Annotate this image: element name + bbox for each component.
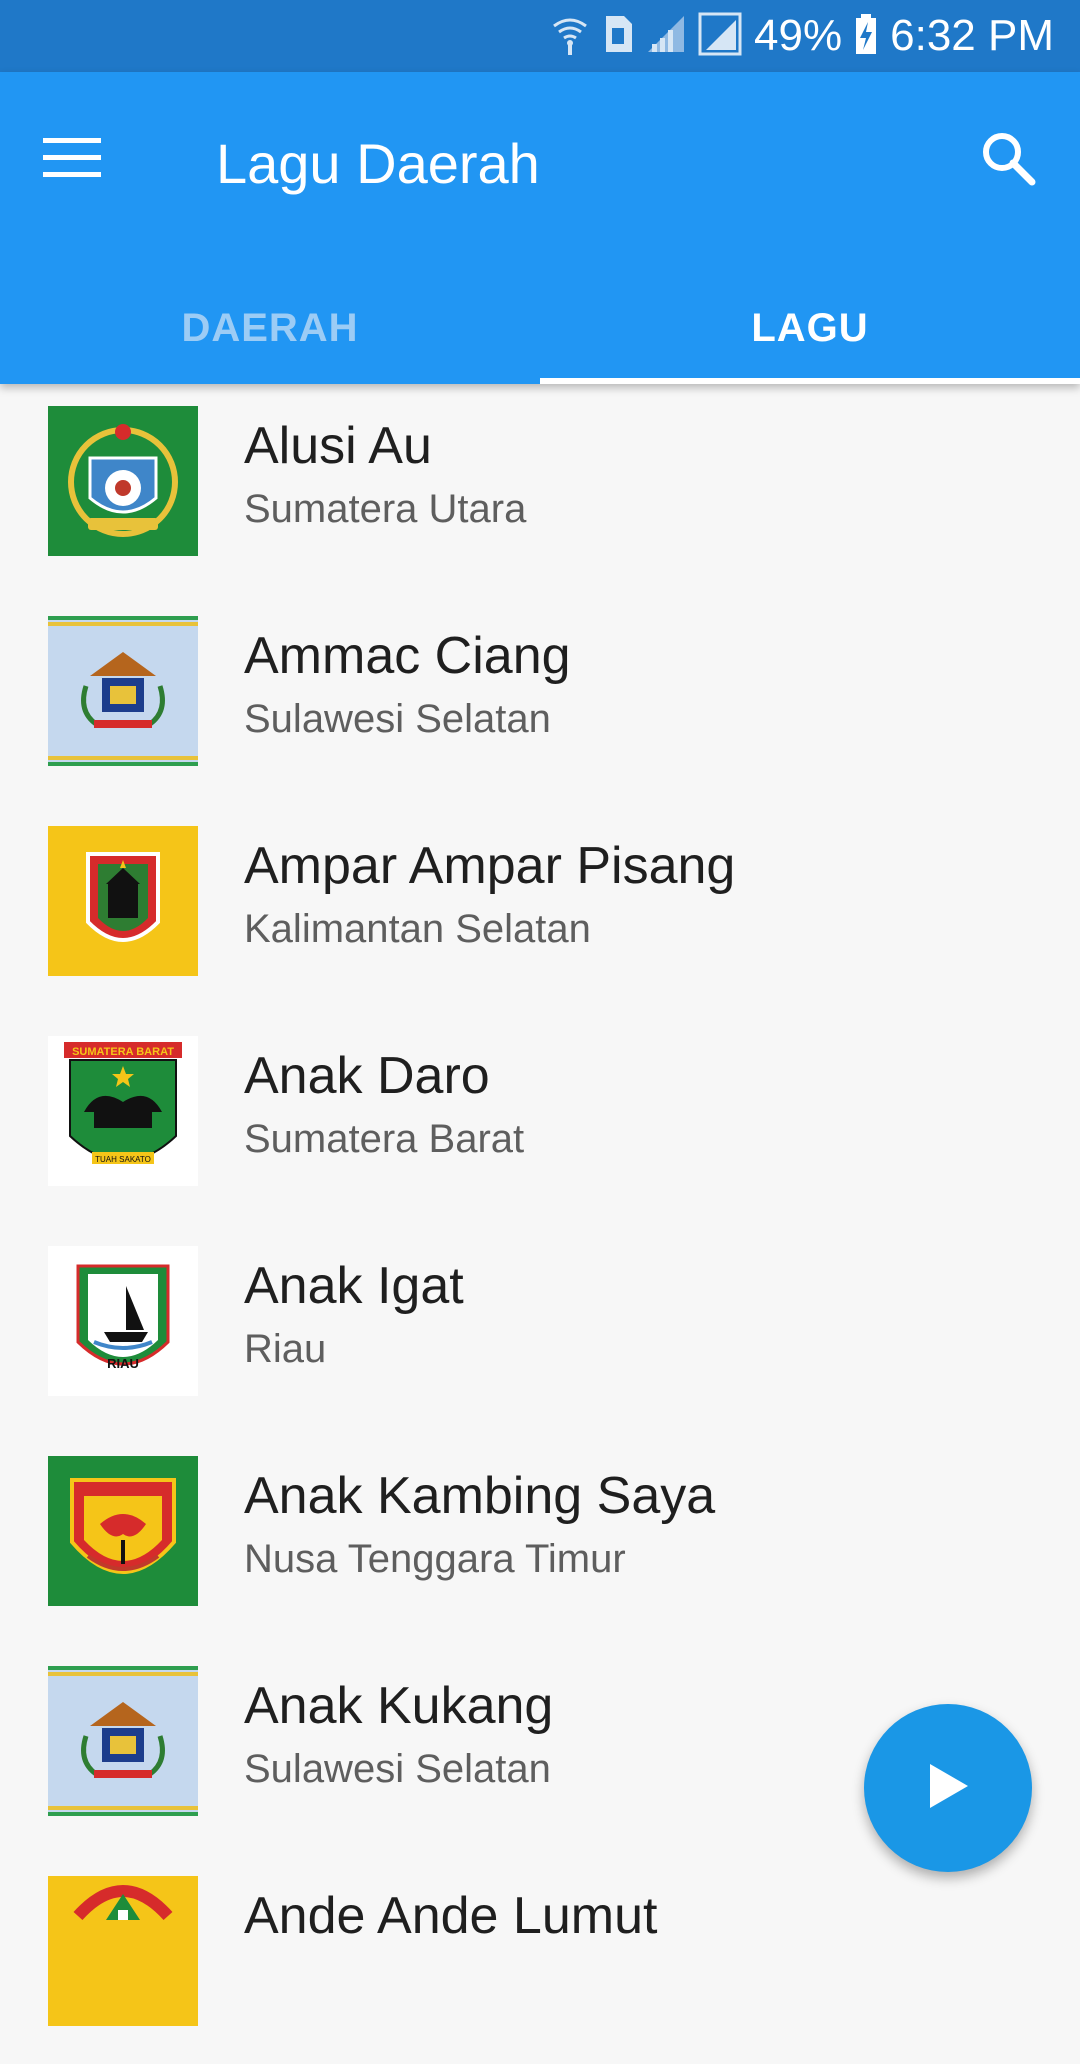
jawa-timur-emblem-icon (48, 1876, 198, 2026)
play-icon (924, 1760, 972, 1817)
song-region: Kalimantan Selatan (244, 907, 591, 951)
page-title: Lagu Daerah (216, 132, 540, 195)
battery-charging-icon (854, 12, 878, 61)
svg-text:RIAU: RIAU (107, 1356, 139, 1371)
song-title: Anak Kambing Saya (244, 1467, 716, 1525)
song-region: Sumatera Utara (244, 487, 527, 531)
song-title: Anak Daro (244, 1047, 490, 1105)
signal-box-icon (698, 12, 742, 61)
nusa-tenggara-timur-emblem-icon (48, 1456, 198, 1606)
song-item-anak-daro[interactable]: SUMATERA BARAT TUAH SAKATO Anak Daro Sum… (0, 1014, 1080, 1224)
riau-emblem-icon: RIAU (48, 1246, 198, 1396)
clock: 6:32 PM (890, 11, 1054, 60)
app-bar: Lagu Daerah DAERAH LAGU (0, 72, 1080, 384)
song-region: Riau (244, 1327, 327, 1371)
signal-icon (646, 14, 686, 59)
song-item-alusi-au[interactable]: Alusi Au Sumatera Utara (0, 384, 1080, 594)
song-title: Anak Igat (244, 1257, 464, 1315)
song-region: Sulawesi Selatan (244, 1747, 551, 1791)
battery-percent: 49% (754, 11, 843, 60)
tab-lagu-label: LAGU (751, 305, 869, 350)
tab-lagu[interactable]: LAGU (540, 272, 1080, 384)
tab-daerah[interactable]: DAERAH (0, 272, 540, 384)
menu-button[interactable] (26, 114, 118, 206)
song-item-ampar-ampar-pisang[interactable]: Ampar Ampar Pisang Kalimantan Selatan (0, 804, 1080, 1014)
song-region: Sulawesi Selatan (244, 697, 551, 741)
svg-text:TUAH SAKATO: TUAH SAKATO (95, 1155, 151, 1164)
sumatera-utara-emblem-icon (48, 406, 198, 556)
wifi-icon (550, 12, 590, 61)
svg-text:SUMATERA BARAT: SUMATERA BARAT (72, 1046, 174, 1058)
play-button[interactable] (864, 1704, 1032, 1872)
search-icon (980, 130, 1036, 191)
song-item-ammac-ciang[interactable]: Ammac Ciang Sulawesi Selatan (0, 594, 1080, 804)
sim-icon (602, 14, 634, 59)
tab-bar: DAERAH LAGU (0, 272, 1080, 384)
status-icons: 49% 6:32 PM (550, 8, 1054, 64)
song-item-anak-igat[interactable]: RIAU Anak Igat Riau (0, 1224, 1080, 1434)
song-title: Ande Ande Lumut (244, 1887, 658, 1945)
status-bar: 49% 6:32 PM (0, 0, 1080, 72)
song-item-anak-kambing-saya[interactable]: Anak Kambing Saya Nusa Tenggara Timur (0, 1434, 1080, 1644)
song-title: Alusi Au (244, 417, 432, 475)
song-title: Ampar Ampar Pisang (244, 837, 736, 895)
song-item-ande-ande-lumut[interactable]: Ande Ande Lumut (0, 1854, 1080, 2064)
kalimantan-selatan-emblem-icon (48, 826, 198, 976)
sulawesi-selatan-emblem-icon (48, 616, 198, 766)
sumatera-barat-emblem-icon: SUMATERA BARAT TUAH SAKATO (48, 1036, 198, 1186)
song-region: Nusa Tenggara Timur (244, 1537, 626, 1581)
hamburger-menu-icon (43, 137, 101, 183)
sulawesi-selatan-emblem-icon (48, 1666, 198, 1816)
song-title: Anak Kukang (244, 1677, 554, 1735)
search-button[interactable] (962, 114, 1054, 206)
song-region: Sumatera Barat (244, 1117, 525, 1161)
song-title: Ammac Ciang (244, 627, 571, 685)
